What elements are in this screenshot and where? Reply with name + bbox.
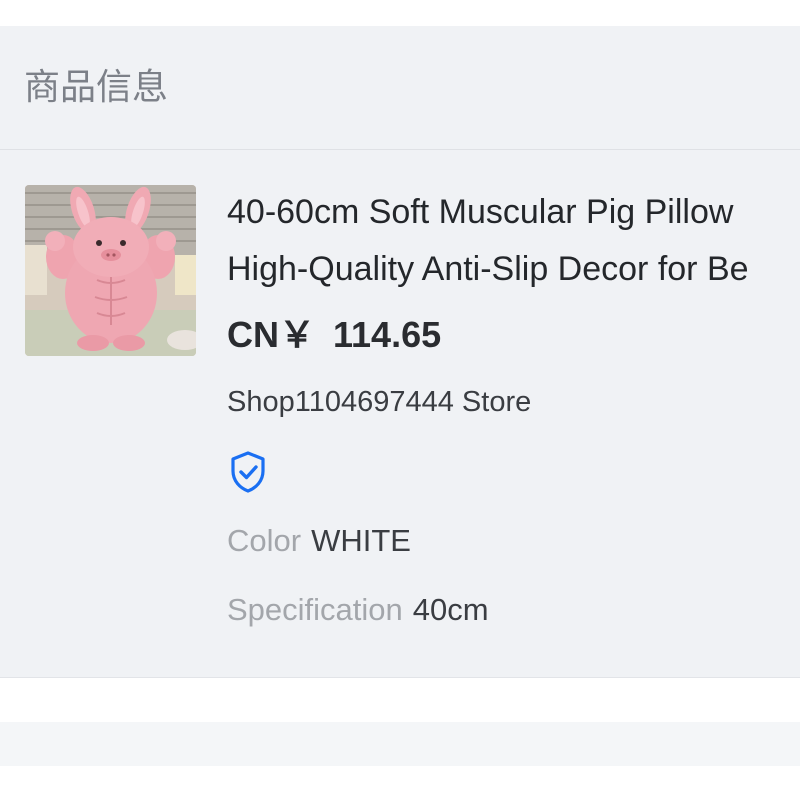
attribute-color-key: Color (227, 523, 302, 558)
attribute-color-value: WHITE (311, 523, 411, 558)
store-name-link[interactable]: Shop1104697444 Store (227, 383, 531, 421)
shield-check-icon (229, 450, 267, 494)
product-details: 40-60cm Soft Muscular Pig Pillow High-Qu… (227, 150, 800, 676)
attribute-spec-key: Specification (227, 592, 403, 627)
attribute-specification: Specification 40cm (227, 590, 489, 630)
section-title: 商品信息 (24, 67, 169, 108)
product-thumbnail[interactable] (25, 185, 196, 356)
next-section-strip (0, 722, 800, 766)
product-row[interactable]: 40-60cm Soft Muscular Pig Pillow High-Qu… (0, 150, 800, 676)
attribute-spec-value: 40cm (412, 592, 489, 627)
product-info-panel: 商品信息 40-60cm Soft Muscular Pig Pillow Hi… (0, 26, 800, 678)
attribute-color: Color WHITE (227, 521, 411, 561)
plush-toy-image (25, 185, 196, 356)
price-currency: CN￥ (227, 314, 315, 355)
product-price: CN￥ 114.65 (227, 313, 441, 357)
product-title-line-2[interactable]: High-Quality Anti-Slip Decor for Be (227, 247, 749, 291)
price-amount: 114.65 (333, 314, 442, 355)
panel-header: 商品信息 (0, 26, 800, 150)
product-title-line-1[interactable]: 40-60cm Soft Muscular Pig Pillow (227, 190, 733, 234)
